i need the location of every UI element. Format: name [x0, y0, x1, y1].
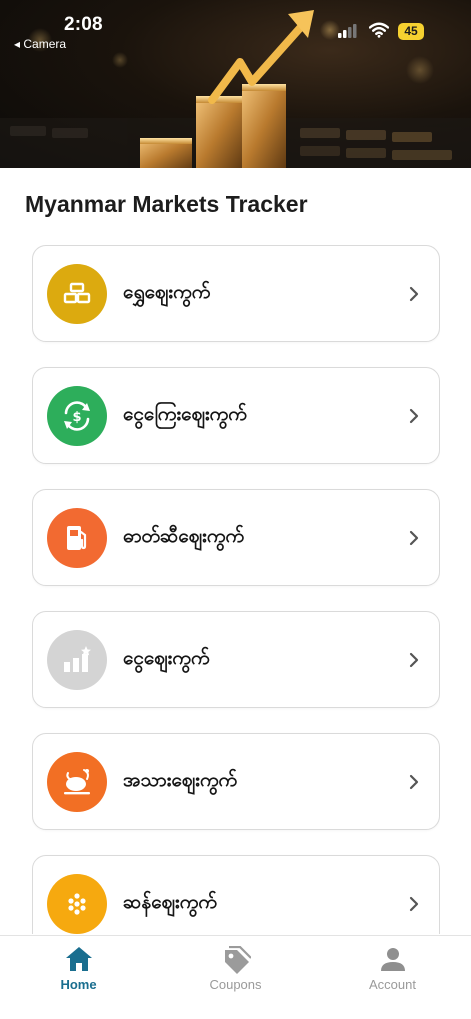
- chevron-right-icon: [409, 408, 419, 424]
- page-title: Myanmar Markets Tracker: [25, 191, 308, 217]
- status-bar: 2:08 ◂ Camera 45: [0, 0, 471, 60]
- market-card-fuel[interactable]: ဓာတ်ဆီဈေးကွက်: [32, 489, 440, 586]
- fuel-pump-icon: [47, 508, 107, 568]
- market-card-label: အသားဈေးကွက်: [123, 769, 238, 791]
- svg-text:$: $: [72, 410, 81, 425]
- meat-icon: [47, 752, 107, 812]
- nav-label-coupons: Coupons: [209, 977, 262, 992]
- nav-tab-account[interactable]: Account: [314, 936, 471, 1006]
- market-card-rice[interactable]: ဆန်ဈေးကွက်: [32, 855, 440, 934]
- bottom-navigation: Home Coupons Account: [0, 935, 471, 1019]
- rice-icon: [47, 874, 107, 934]
- gold-bars-icon: [47, 264, 107, 324]
- market-card-label: ငွေကြေးဈေးကွက်: [123, 403, 247, 425]
- back-to-camera-link[interactable]: ◂ Camera: [14, 37, 66, 51]
- coupon-tag-icon: [224, 946, 251, 974]
- market-card-gold[interactable]: ရွှေဈေးကွက်: [32, 245, 440, 342]
- market-card-label: ရွှေဈေးကွက်: [123, 281, 211, 303]
- battery-indicator: 45: [398, 23, 424, 40]
- chevron-right-icon: [409, 896, 419, 912]
- chevron-right-icon: [409, 652, 419, 668]
- status-time: 2:08: [64, 14, 103, 35]
- market-card-meat[interactable]: အသားဈေးကွက်: [32, 733, 440, 830]
- home-icon: [65, 947, 92, 971]
- screen: 2:08 ◂ Camera 45 Myanmar Markets Tracker: [0, 0, 471, 1019]
- user-icon: [380, 948, 405, 971]
- signal-icon: [338, 24, 357, 38]
- market-card-currency[interactable]: $ ငွေကြေးဈေးကွက်: [32, 367, 440, 464]
- nav-label-home: Home: [60, 977, 97, 992]
- market-list: ရွှေဈေးကွက် $ ငွေကြေးဈေးကွက် ဓာတ်ဆီဈေးကွ…: [32, 245, 440, 934]
- wifi-icon: [369, 22, 389, 38]
- currency-exchange-icon: $: [47, 386, 107, 446]
- market-card-label: ငွေဈေးကွက်: [123, 647, 210, 669]
- chevron-right-icon: [409, 774, 419, 790]
- nav-tab-home[interactable]: Home: [0, 936, 157, 1006]
- silver-chart-icon: [47, 630, 107, 690]
- chevron-right-icon: [409, 530, 419, 546]
- nav-tab-coupons[interactable]: Coupons: [157, 936, 314, 1006]
- market-card-silver[interactable]: ငွေဈေးကွက်: [32, 611, 440, 708]
- market-card-label: ဓာတ်ဆီဈေးကွက်: [123, 525, 245, 547]
- market-card-label: ဆန်ဈေးကွက်: [123, 891, 217, 913]
- chevron-right-icon: [409, 286, 419, 302]
- nav-label-account: Account: [369, 977, 416, 992]
